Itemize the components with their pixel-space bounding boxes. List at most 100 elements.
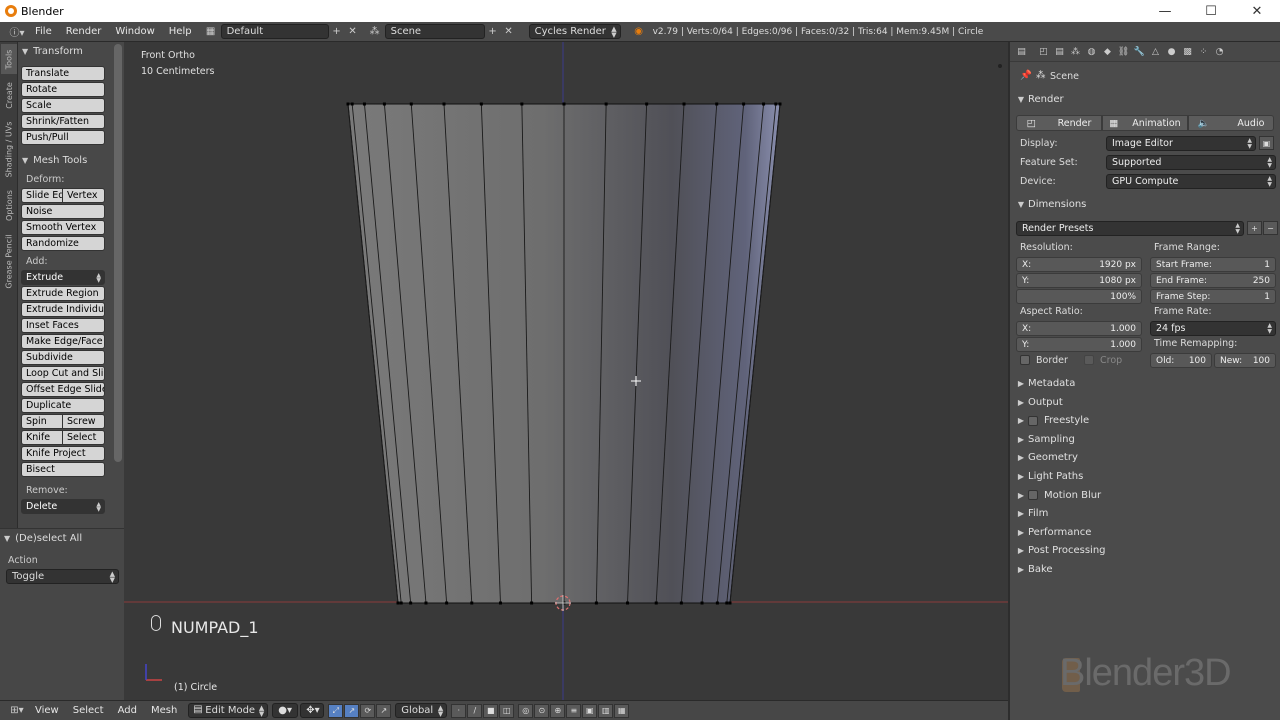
scale-manipulator-icon[interactable]: ↗ [376, 703, 392, 718]
occlude-geometry-icon[interactable]: ◫ [499, 703, 515, 718]
remove-preset-icon[interactable]: − [1263, 221, 1278, 235]
render-button[interactable]: ◰ Render [1016, 115, 1102, 131]
tab-physics-icon[interactable]: ◔ [1212, 44, 1227, 59]
remove-scene-icon[interactable]: ✕ [501, 24, 517, 39]
extrude-dropdown[interactable]: Extrude ▲ ▼ [21, 270, 105, 285]
tab-object-icon[interactable]: ◆ [1100, 44, 1115, 59]
section-performance[interactable]: ▶ Performance [1014, 523, 1276, 542]
shrink-fatten-button[interactable]: Shrink/Fatten [21, 114, 105, 129]
manipulator-toggle-icon[interactable]: ⤢ [328, 703, 344, 718]
display-window-icon[interactable]: ▣ [1259, 136, 1274, 150]
section-light-paths[interactable]: ▶ Light Paths [1014, 467, 1276, 486]
screw-button[interactable]: Screw [63, 414, 105, 429]
remove-layout-icon[interactable]: ✕ [345, 24, 361, 39]
border-checkbox[interactable] [1020, 355, 1030, 365]
knife-select-button[interactable]: Select [63, 430, 105, 445]
section-motion-blur[interactable]: ▶ Motion Blur [1014, 486, 1276, 505]
maximize-button[interactable]: ☐ [1188, 0, 1234, 22]
tab-create[interactable]: Create [1, 76, 17, 114]
vertex-select-icon[interactable]: · [451, 703, 467, 718]
menu-window[interactable]: Window [108, 26, 161, 37]
resolution-x-field[interactable]: X: 1920 px [1016, 257, 1142, 272]
action-dropdown[interactable]: Toggle ▲ ▼ [6, 569, 119, 584]
extrude-region-button[interactable]: Extrude Region [21, 286, 105, 301]
snap-toggle-icon[interactable]: ⊙ [534, 703, 550, 718]
time-remap-new-field[interactable]: New: 100 [1214, 353, 1276, 368]
make-edge-face-button[interactable]: Make Edge/Face [21, 334, 105, 349]
viewport-shading-dropdown[interactable]: ●▾ [272, 703, 299, 718]
screen-layout-icon[interactable]: ▦ [203, 24, 219, 39]
slide-vertex-button[interactable]: Vertex [63, 188, 105, 203]
extrude-individual-button[interactable]: Extrude Individual [21, 302, 105, 317]
tab-world-icon[interactable]: ◍ [1084, 44, 1099, 59]
slide-edge-button[interactable]: Slide Ed [21, 188, 63, 203]
add-scene-icon[interactable]: + [485, 24, 501, 39]
resolution-percentage-field[interactable]: 100% [1016, 289, 1142, 304]
aspect-y-field[interactable]: Y: 1.000 [1016, 337, 1142, 352]
translate-button[interactable]: Translate [21, 66, 105, 81]
knife-button[interactable]: Knife [21, 430, 63, 445]
pivot-dropdown[interactable]: ✥▾ [300, 703, 325, 718]
render-presets-dropdown[interactable]: Render Presets ▲ ▼ [1016, 221, 1244, 236]
subdivide-button[interactable]: Subdivide [21, 350, 105, 365]
tool-shelf-scrollbar[interactable] [114, 44, 122, 462]
scene-dropdown[interactable]: Scene [384, 24, 485, 39]
offset-edge-slide-button[interactable]: Offset Edge Slide [21, 382, 105, 397]
tab-shading-uvs[interactable]: Shading / UVs [1, 116, 17, 182]
editor-type-info-icon[interactable]: ⓘ▾ [6, 24, 28, 39]
scene-icon[interactable]: ⁂ [367, 24, 383, 39]
display-dropdown[interactable]: Image Editor ▲ ▼ [1106, 136, 1256, 151]
rotate-manipulator-icon[interactable]: ⟳ [360, 703, 376, 718]
tab-data-icon[interactable]: △ [1148, 44, 1163, 59]
snap-element-icon[interactable]: ⊕ [550, 703, 566, 718]
section-metadata[interactable]: ▶ Metadata [1014, 374, 1276, 393]
orientation-dropdown[interactable]: Global ▲ ▼ [395, 703, 448, 718]
tab-render-layers-icon[interactable]: ▤ [1052, 44, 1067, 59]
tab-grease-pencil[interactable]: Grease Pencil [1, 228, 17, 294]
section-sampling[interactable]: ▶ Sampling [1014, 430, 1276, 449]
menu-add[interactable]: Add [111, 705, 144, 716]
add-layout-icon[interactable]: + [329, 24, 345, 39]
mesh-tools-panel-header[interactable]: ▼ Mesh Tools [18, 151, 124, 169]
layout-dropdown[interactable]: Default [220, 24, 329, 39]
inset-faces-button[interactable]: Inset Faces [21, 318, 105, 333]
section-geometry[interactable]: ▶ Geometry [1014, 448, 1276, 467]
crop-checkbox[interactable] [1084, 355, 1094, 365]
end-frame-field[interactable]: End Frame: 250 [1150, 273, 1276, 288]
section-bake[interactable]: ▶ Bake [1014, 560, 1276, 579]
opengl-anim-icon[interactable]: ▦ [614, 703, 630, 718]
translate-manipulator-icon[interactable]: ↗ [344, 703, 360, 718]
menu-file[interactable]: File [28, 26, 59, 37]
tab-particles-icon[interactable]: ⁘ [1196, 44, 1211, 59]
noise-button[interactable]: Noise [21, 204, 105, 219]
smooth-vertex-button[interactable]: Smooth Vertex [21, 220, 105, 235]
dimensions-panel-header[interactable]: ▼ Dimensions [1014, 195, 1276, 214]
frame-step-field[interactable]: Frame Step: 1 [1150, 289, 1276, 304]
pin-icon[interactable]: 📌 [1020, 70, 1032, 81]
menu-mesh[interactable]: Mesh [144, 705, 184, 716]
mode-dropdown[interactable]: ▤ Edit Mode ▲ ▼ [188, 703, 269, 718]
tab-options[interactable]: Options [1, 184, 17, 226]
add-preset-icon[interactable]: + [1247, 221, 1262, 235]
section-enable-checkbox[interactable] [1028, 415, 1038, 426]
proportional-edit-icon[interactable]: ◎ [518, 703, 534, 718]
editor-type-properties-icon[interactable]: ▤ [1014, 44, 1029, 59]
section-output[interactable]: ▶ Output [1014, 393, 1276, 412]
section-freestyle[interactable]: ▶ Freestyle [1014, 411, 1276, 430]
tab-constraints-icon[interactable]: ⛓ [1116, 44, 1131, 59]
push-pull-button[interactable]: Push/Pull [21, 130, 105, 145]
delete-dropdown[interactable]: Delete ▲ ▼ [21, 499, 105, 514]
start-frame-field[interactable]: Start Frame: 1 [1150, 257, 1276, 272]
time-remap-old-field[interactable]: Old: 100 [1150, 353, 1212, 368]
section-post-processing[interactable]: ▶ Post Processing [1014, 541, 1276, 560]
section-film[interactable]: ▶ Film [1014, 504, 1276, 523]
device-dropdown[interactable]: GPU Compute ▲ ▼ [1106, 174, 1276, 189]
render-engine-dropdown[interactable]: Cycles Render ▲ ▼ [528, 24, 621, 39]
knife-project-button[interactable]: Knife Project [21, 446, 105, 461]
minimize-button[interactable]: — [1142, 0, 1188, 22]
frame-rate-dropdown[interactable]: 24 fps ▲ ▼ [1150, 321, 1276, 336]
render-panel-header[interactable]: ▼ Render [1014, 90, 1276, 109]
menu-select[interactable]: Select [66, 705, 111, 716]
tab-tools[interactable]: Tools [1, 44, 17, 74]
face-select-icon[interactable]: ■ [483, 703, 499, 718]
